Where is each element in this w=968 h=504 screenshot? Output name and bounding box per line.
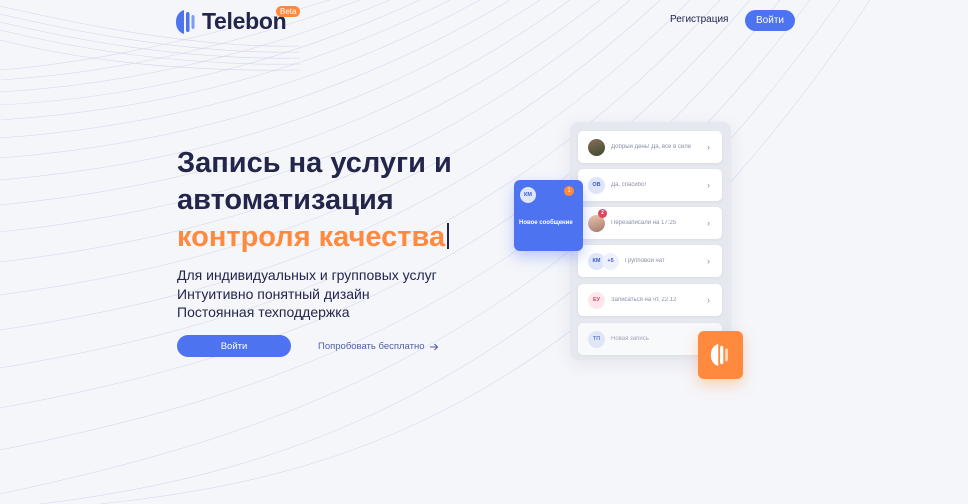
avatar: 2 <box>588 208 607 232</box>
background-lines <box>0 0 871 504</box>
beta-badge: Beta <box>276 6 301 17</box>
chat-item[interactable]: ЕУ Записаться на чт, 22.12 › <box>578 284 722 316</box>
avatar: ОВ <box>588 176 605 194</box>
avatar <box>588 138 605 156</box>
hero-title-accent: контроля качества <box>177 221 446 253</box>
chat-item[interactable]: ОВ Да, спасибо! › <box>578 169 722 201</box>
feature-item: Интуитивно понятный дизайн <box>177 285 370 302</box>
new-message-notification[interactable]: КМ 1 Новое сообщение <box>514 180 583 251</box>
chevron-right-icon: › <box>707 218 710 228</box>
extra-members-avatar: +5 <box>602 252 619 270</box>
logo[interactable]: Telebon Beta <box>176 6 301 35</box>
try-free-link[interactable]: Попробовать бесплатно <box>318 341 439 352</box>
chat-preview: Записаться на чт, 22.12 <box>611 297 677 303</box>
avatar: ТП <box>588 330 605 348</box>
chat-preview: Да, спасибо! <box>611 182 647 188</box>
try-free-label: Попробовать бесплатно <box>318 341 425 352</box>
hero-login-button[interactable]: Войти <box>177 335 291 357</box>
notification-label: Новое сообщение <box>519 220 573 226</box>
chevron-right-icon: › <box>707 180 710 190</box>
logo-icon <box>176 9 195 34</box>
feature-item: Для индивидуальных и групповых услуг <box>177 267 437 283</box>
chat-preview: Перезаписали на 17:25 <box>611 220 677 226</box>
chat-item[interactable]: КМ +5 Групповой чат › <box>578 245 722 277</box>
logo-text: Telebon <box>202 8 287 34</box>
chat-preview: Групповой чат <box>625 258 665 264</box>
unread-badge: 2 <box>598 208 607 218</box>
hero-title: Запись на услуги и автоматизация контрол… <box>177 145 452 256</box>
notification-count: 1 <box>564 186 574 196</box>
feature-list: Для индивидуальных и групповых услуг Инт… <box>177 266 437 322</box>
app-logo-tile <box>698 331 743 379</box>
chat-item[interactable]: 2 Перезаписали на 17:25 › <box>578 207 722 239</box>
header-login-button[interactable]: Войти <box>745 10 795 31</box>
logo-icon <box>710 343 728 367</box>
register-link[interactable]: Регистрация <box>670 14 728 25</box>
chat-item[interactable]: Добрый день! Да, все в силе › <box>578 131 722 163</box>
hero-title-line2: автоматизация <box>177 184 394 216</box>
avatar: КМ <box>520 187 536 203</box>
chevron-right-icon: › <box>707 256 710 266</box>
hero-title-line1: Запись на услуги и <box>177 147 452 179</box>
text-cursor <box>447 223 450 249</box>
chevron-right-icon: › <box>707 142 710 152</box>
arrow-right-icon <box>429 343 438 350</box>
chevron-right-icon: › <box>707 295 710 305</box>
avatar: ЕУ <box>588 291 605 309</box>
chat-preview: Добрый день! Да, все в силе <box>611 144 692 150</box>
feature-item: Постоянная техподдержка <box>177 304 350 320</box>
